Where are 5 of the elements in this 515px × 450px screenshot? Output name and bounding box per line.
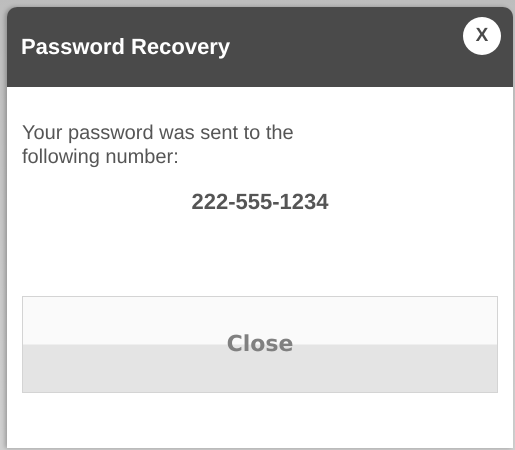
dismiss-x-button[interactable]: X xyxy=(463,17,501,55)
dialog-title: Password Recovery xyxy=(21,34,230,60)
phone-number: 222-555-1234 xyxy=(190,189,330,215)
close-dialog-button[interactable]: Close xyxy=(22,296,498,393)
message-text: Your password was sent to the following number: xyxy=(22,121,295,169)
